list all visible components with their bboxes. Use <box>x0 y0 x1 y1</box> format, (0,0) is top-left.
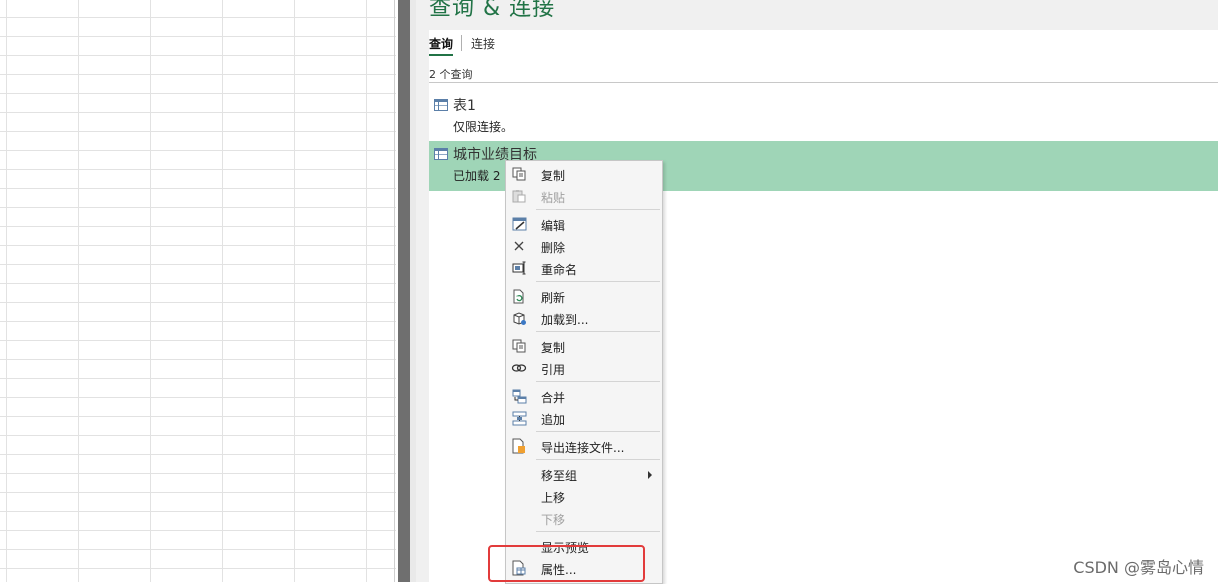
menu-item-label: 粘贴 <box>541 191 566 205</box>
rename-icon <box>511 260 527 276</box>
menu-separator <box>536 431 660 432</box>
menu-item-label: 追加 <box>541 413 566 427</box>
menu-item-label: 引用 <box>541 363 566 377</box>
table-icon <box>434 148 448 160</box>
load-to-icon <box>511 310 527 326</box>
menu-item-label: 重命名 <box>541 263 578 277</box>
menu-item-move-up[interactable]: 上移 <box>506 485 662 507</box>
menu-item-label: 复制 <box>541 341 566 355</box>
merge-icon <box>511 388 527 404</box>
query-name: 表1 <box>453 98 476 114</box>
menu-separator <box>536 281 660 282</box>
reference-icon <box>511 360 527 376</box>
context-menu: 复制 粘贴 编辑 删除 重命名 刷新 加载到... 复制 引用 合并 追加 导出… <box>505 160 663 584</box>
menu-item-delete[interactable]: 删除 <box>506 235 662 257</box>
menu-item-edit[interactable]: 编辑 <box>506 213 662 235</box>
menu-item-move-to-group[interactable]: 移至组 <box>506 463 662 485</box>
menu-item-label: 上移 <box>541 491 566 505</box>
tab-queries[interactable]: 查询 <box>429 35 453 52</box>
submenu-arrow-icon <box>648 471 652 479</box>
menu-item-label: 下移 <box>541 513 566 527</box>
menu-item-paste[interactable]: 粘贴 <box>506 185 662 207</box>
copy-icon <box>511 166 527 182</box>
menu-item-move-down[interactable]: 下移 <box>506 507 662 529</box>
menu-separator <box>536 459 660 460</box>
menu-item-label: 合并 <box>541 391 566 405</box>
menu-item-copy[interactable]: 复制 <box>506 163 662 185</box>
edit-icon <box>511 216 527 232</box>
pane-splitter[interactable] <box>398 0 410 582</box>
menu-item-reference[interactable]: 引用 <box>506 357 662 379</box>
export-connection-icon <box>511 438 527 454</box>
query-count: 2 个查询 <box>429 68 473 81</box>
menu-item-label: 编辑 <box>541 219 566 233</box>
delete-icon <box>511 238 527 254</box>
annotation-highlight-box <box>488 545 645 582</box>
pane-title: 查询 & 连接 <box>429 0 556 21</box>
menu-item-label: 复制 <box>541 169 566 183</box>
tab-connections[interactable]: 连接 <box>471 35 495 52</box>
table-icon <box>434 99 448 111</box>
menu-item-rename[interactable]: 重命名 <box>506 257 662 279</box>
menu-separator <box>536 531 660 532</box>
menu-item-merge[interactable]: 合并 <box>506 385 662 407</box>
paste-icon <box>511 188 527 204</box>
duplicate-icon <box>511 338 527 354</box>
menu-item-label: 移至组 <box>541 469 578 483</box>
query-status: 仅限连接。 <box>453 120 514 134</box>
menu-item-label: 刷新 <box>541 291 566 305</box>
query-item-table1[interactable]: 表1 仅限连接。 <box>429 92 1218 142</box>
menu-item-export-connection[interactable]: 导出连接文件... <box>506 435 662 457</box>
query-status: 已加载 2 <box>453 169 501 183</box>
refresh-icon <box>511 288 527 304</box>
append-icon <box>511 410 527 426</box>
menu-item-label: 删除 <box>541 241 566 255</box>
menu-item-load-to[interactable]: 加载到... <box>506 307 662 329</box>
tab-divider <box>461 35 462 51</box>
menu-item-label: 导出连接文件... <box>541 441 625 455</box>
spreadsheet-grid[interactable] <box>0 0 396 582</box>
watermark: CSDN @雾岛心情 <box>1073 558 1204 577</box>
menu-item-label: 加载到... <box>541 313 589 327</box>
menu-separator <box>536 381 660 382</box>
menu-separator <box>536 209 660 210</box>
menu-item-duplicate[interactable]: 复制 <box>506 335 662 357</box>
grid-border <box>394 0 395 582</box>
menu-item-refresh[interactable]: 刷新 <box>506 285 662 307</box>
menu-separator <box>536 331 660 332</box>
active-tab-indicator <box>429 54 453 56</box>
menu-item-append[interactable]: 追加 <box>506 407 662 429</box>
divider <box>429 82 1218 83</box>
